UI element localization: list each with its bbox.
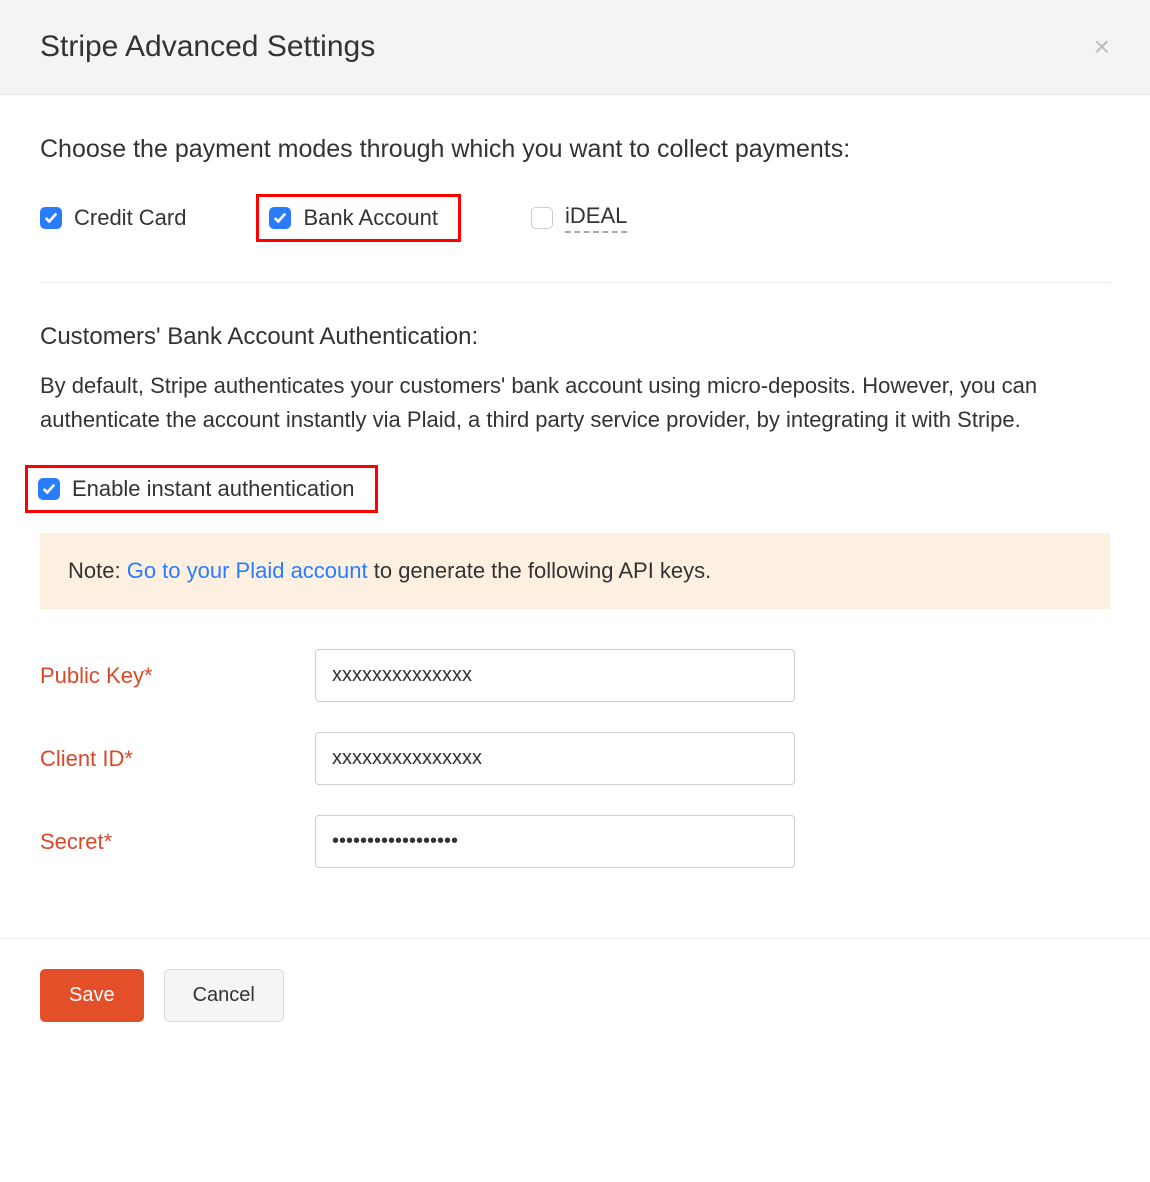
bank-account-label: Bank Account	[303, 205, 438, 231]
bank-account-checkbox[interactable]	[269, 207, 291, 229]
secret-row: Secret*	[40, 815, 1110, 868]
enable-instant-auth-checkbox[interactable]	[38, 478, 60, 500]
public-key-label: Public Key*	[40, 663, 315, 689]
note-box: Note: Go to your Plaid account to genera…	[40, 533, 1110, 609]
client-id-label: Client ID*	[40, 746, 315, 772]
cancel-button[interactable]: Cancel	[164, 969, 284, 1022]
auth-heading: Customers' Bank Account Authentication:	[40, 323, 1110, 351]
plaid-account-link[interactable]: Go to your Plaid account	[127, 558, 368, 583]
close-icon[interactable]: ×	[1094, 33, 1110, 61]
auth-description: By default, Stripe authenticates your cu…	[40, 369, 1110, 437]
credit-card-label: Credit Card	[74, 205, 186, 231]
ideal-label: iDEAL	[565, 203, 627, 233]
client-id-input[interactable]	[315, 732, 795, 785]
modal-content: Choose the payment modes through which y…	[0, 95, 1150, 938]
secret-input[interactable]	[315, 815, 795, 868]
client-id-row: Client ID*	[40, 732, 1110, 785]
payment-modes-heading: Choose the payment modes through which y…	[40, 135, 1110, 164]
enable-instant-auth-option[interactable]: Enable instant authentication	[38, 476, 355, 502]
credit-card-option[interactable]: Credit Card	[40, 205, 186, 231]
note-suffix: to generate the following API keys.	[368, 558, 712, 583]
ideal-option[interactable]: iDEAL	[531, 203, 627, 233]
note-prefix: Note:	[68, 558, 127, 583]
bank-account-highlight: Bank Account	[256, 194, 461, 242]
bank-account-option[interactable]: Bank Account	[269, 205, 438, 231]
enable-instant-auth-label: Enable instant authentication	[72, 476, 355, 502]
public-key-row: Public Key*	[40, 649, 1110, 702]
save-button[interactable]: Save	[40, 969, 144, 1022]
modal-footer: Save Cancel	[0, 938, 1150, 1052]
credit-card-checkbox[interactable]	[40, 207, 62, 229]
public-key-input[interactable]	[315, 649, 795, 702]
instant-auth-highlight: Enable instant authentication	[25, 465, 1110, 513]
modal-header: Stripe Advanced Settings ×	[0, 0, 1150, 95]
payment-modes-row: Credit Card Bank Account iDEAL	[40, 194, 1110, 283]
ideal-checkbox[interactable]	[531, 207, 553, 229]
modal-title: Stripe Advanced Settings	[40, 30, 375, 64]
secret-label: Secret*	[40, 829, 315, 855]
